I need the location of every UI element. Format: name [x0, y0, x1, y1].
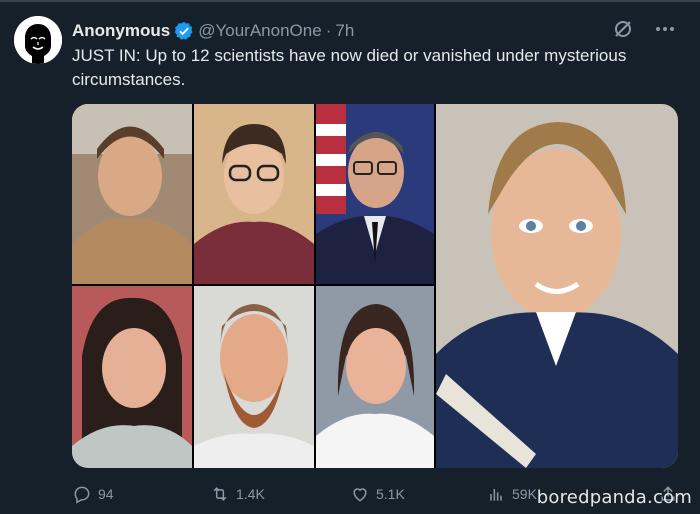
separator-dot: ·	[325, 21, 332, 40]
author-name[interactable]: Anonymous	[72, 21, 170, 41]
photo-3[interactable]	[316, 104, 434, 284]
tweet-text: JUST IN: Up to 12 scientists have now di…	[72, 46, 627, 89]
top-icons	[610, 16, 678, 42]
like-count: 5.1K	[376, 486, 405, 502]
photo-4[interactable]	[72, 286, 192, 468]
reply-icon	[74, 486, 90, 504]
tweet-header: Anonymous @YourAnonOne · 7h	[72, 20, 354, 42]
avatar[interactable]	[14, 16, 62, 64]
tweet-media-grid[interactable]	[72, 104, 678, 468]
verified-badge-icon	[174, 21, 193, 40]
photo-6[interactable]	[316, 286, 434, 468]
photo-5[interactable]	[194, 286, 314, 468]
photo-large[interactable]	[436, 104, 678, 468]
like-button[interactable]: 5.1K	[350, 484, 486, 504]
photo-1[interactable]	[72, 104, 192, 284]
like-icon	[353, 488, 367, 502]
reply-count: 94	[98, 486, 114, 502]
photo-2[interactable]	[194, 104, 314, 284]
retweet-count: 1.4K	[236, 486, 265, 502]
retweet-icon	[213, 487, 227, 501]
grok-icon[interactable]	[610, 16, 636, 42]
watermark: boredpanda.com	[536, 487, 692, 508]
retweet-button[interactable]: 1.4K	[210, 484, 350, 504]
top-divider	[0, 0, 700, 2]
anonymous-mask-avatar	[14, 16, 62, 64]
views-button[interactable]: 59K	[486, 484, 537, 504]
author-handle[interactable]: @YourAnonOne	[198, 21, 321, 41]
reply-button[interactable]: 94	[72, 484, 210, 504]
views-icon	[490, 489, 502, 501]
timestamp[interactable]: 7h	[335, 21, 354, 41]
views-count: 59K	[512, 486, 537, 502]
more-icon[interactable]	[652, 16, 678, 42]
